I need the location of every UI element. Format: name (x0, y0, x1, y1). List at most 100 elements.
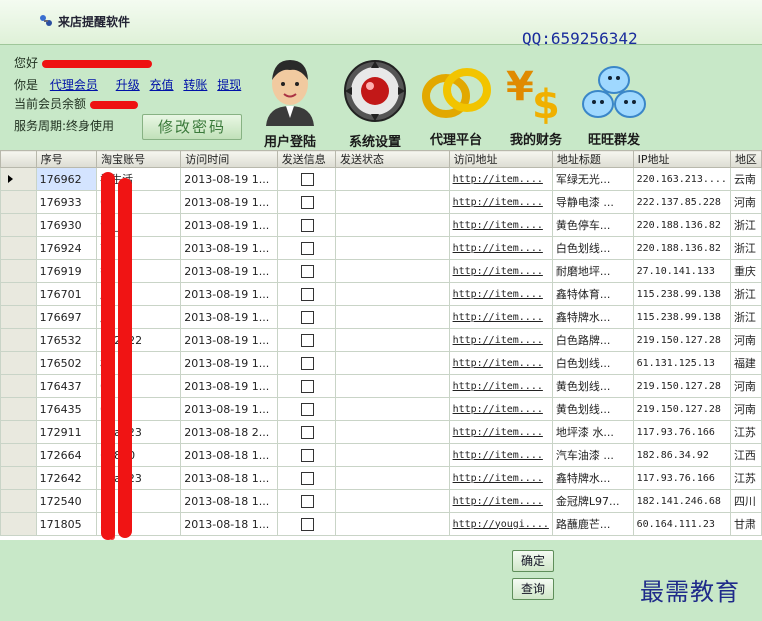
row-header[interactable] (0, 305, 37, 329)
cell-send-info[interactable] (276, 466, 337, 490)
toolbar-settings[interactable]: 系统设置 (338, 56, 412, 150)
cell-title[interactable]: 路蘸鹿芒... (551, 512, 634, 536)
cell-send-status[interactable] (335, 397, 450, 421)
cell-send-status[interactable] (335, 489, 450, 513)
change-password-button[interactable]: 修改密码 (142, 114, 242, 140)
cell-title[interactable]: 黄色划线... (551, 374, 634, 398)
send-info-checkbox[interactable] (300, 471, 314, 485)
send-info-checkbox[interactable] (300, 494, 314, 508)
cell-id[interactable]: 176435 (35, 397, 98, 421)
cell-ip[interactable]: 61.131.125.13 (632, 351, 731, 375)
cell-send-info[interactable] (276, 351, 337, 375)
cell-id[interactable]: 172664 (35, 443, 98, 467)
cell-time[interactable]: 2013-08-19 1... (180, 282, 278, 306)
cell-url-link[interactable]: http://item.... (448, 190, 553, 214)
cell-region[interactable]: 浙江 (729, 236, 762, 260)
cell-url-link[interactable]: http://item.... (448, 213, 553, 237)
row-header[interactable] (0, 489, 37, 513)
cell-ip[interactable]: 220.188.136.82 (632, 236, 731, 260)
column-header[interactable]: 发送状态 (335, 150, 450, 168)
cell-url-link[interactable]: http://item.... (448, 489, 553, 513)
cell-region[interactable]: 浙江 (729, 282, 762, 306)
row-header[interactable] (0, 282, 37, 306)
cell-time[interactable]: 2013-08-19 1... (180, 167, 278, 191)
send-info-checkbox[interactable] (300, 356, 314, 370)
row-header[interactable] (0, 420, 37, 444)
toolbar-finance[interactable]: ¥ $ 我的财务 (500, 60, 572, 148)
cell-id[interactable]: 176701 (35, 282, 98, 306)
cell-region[interactable]: 河南 (729, 328, 762, 352)
cell-send-status[interactable] (335, 190, 450, 214)
row-header[interactable] (0, 512, 37, 536)
cell-url-link[interactable]: http://item.... (448, 466, 553, 490)
cell-ip[interactable]: 219.150.127.28 (632, 328, 731, 352)
cell-ip[interactable]: 117.93.76.166 (632, 420, 731, 444)
column-header[interactable]: 访问时间 (180, 150, 278, 168)
cell-id[interactable]: 176437 (35, 374, 98, 398)
cell-ip[interactable]: 117.93.76.166 (632, 466, 731, 490)
cell-url-link[interactable]: http://item.... (448, 374, 553, 398)
cell-send-status[interactable] (335, 351, 450, 375)
cell-region[interactable]: 云南 (729, 167, 762, 191)
cell-title[interactable]: 白色划线... (551, 351, 634, 375)
cell-region[interactable]: 江西 (729, 443, 762, 467)
cell-title[interactable]: 黄色划线... (551, 397, 634, 421)
cell-send-info[interactable] (276, 305, 337, 329)
cell-send-status[interactable] (335, 512, 450, 536)
cell-title[interactable]: 耐磨地坪... (551, 259, 634, 283)
cell-send-info[interactable] (276, 167, 337, 191)
cell-region[interactable]: 江苏 (729, 466, 762, 490)
cell-url-link[interactable]: http://item.... (448, 282, 553, 306)
cell-send-status[interactable] (335, 236, 450, 260)
cell-id[interactable]: 176924 (35, 236, 98, 260)
cell-id[interactable]: 176502 (35, 351, 98, 375)
cell-url-link[interactable]: http://item.... (448, 420, 553, 444)
send-info-checkbox[interactable] (300, 264, 314, 278)
row-header[interactable] (0, 328, 37, 352)
cell-send-status[interactable] (335, 374, 450, 398)
send-info-checkbox[interactable] (300, 333, 314, 347)
cell-ip[interactable]: 219.150.127.28 (632, 374, 731, 398)
cell-time[interactable]: 2013-08-19 1... (180, 236, 278, 260)
cell-title[interactable]: 军绿无光... (551, 167, 634, 191)
cell-url-link[interactable]: http://item.... (448, 351, 553, 375)
cell-id[interactable]: 176532 (35, 328, 98, 352)
send-info-checkbox[interactable] (300, 218, 314, 232)
cell-time[interactable]: 2013-08-19 1... (180, 190, 278, 214)
cell-time[interactable]: 2013-08-18 1... (180, 512, 278, 536)
cell-send-info[interactable] (276, 374, 337, 398)
column-header[interactable]: 地区 (729, 150, 762, 168)
column-header[interactable]: 淘宝账号 (96, 150, 182, 168)
cell-id[interactable]: 172540 (35, 489, 98, 513)
cell-send-status[interactable] (335, 420, 450, 444)
recharge-link[interactable]: 充值 (150, 78, 174, 92)
send-info-checkbox[interactable] (300, 287, 314, 301)
role-link[interactable]: 代理会员 (50, 78, 98, 92)
row-header[interactable] (0, 236, 37, 260)
cell-id[interactable]: 176930 (35, 213, 98, 237)
cell-time[interactable]: 2013-08-18 1... (180, 466, 278, 490)
send-info-checkbox[interactable] (300, 517, 314, 531)
cell-send-info[interactable] (276, 328, 337, 352)
column-header[interactable]: 序号 (35, 150, 98, 168)
cell-time[interactable]: 2013-08-19 1... (180, 305, 278, 329)
cell-region[interactable]: 甘肃 (729, 512, 762, 536)
cell-ip[interactable]: 220.163.213.... (632, 167, 731, 191)
cell-url-link[interactable]: http://item.... (448, 236, 553, 260)
send-info-checkbox[interactable] (300, 310, 314, 324)
cell-time[interactable]: 2013-08-19 1... (180, 374, 278, 398)
cell-send-info[interactable] (276, 282, 337, 306)
column-header[interactable]: IP地址 (632, 150, 731, 168)
toolbar-agent-platform[interactable]: 代理平台 (420, 62, 492, 148)
upgrade-link[interactable]: 升级 (116, 78, 140, 92)
cell-title[interactable]: 鑫特体育... (551, 282, 634, 306)
cell-time[interactable]: 2013-08-19 1... (180, 213, 278, 237)
cell-title[interactable]: 黄色停车... (551, 213, 634, 237)
cell-title[interactable]: 金冠牌L97... (551, 489, 634, 513)
cell-region[interactable]: 河南 (729, 190, 762, 214)
cell-time[interactable]: 2013-08-19 1... (180, 351, 278, 375)
cell-region[interactable]: 浙江 (729, 213, 762, 237)
withdraw-link[interactable]: 提现 (217, 78, 241, 92)
cell-id[interactable]: 176933 (35, 190, 98, 214)
cell-ip[interactable]: 60.164.111.23 (632, 512, 731, 536)
